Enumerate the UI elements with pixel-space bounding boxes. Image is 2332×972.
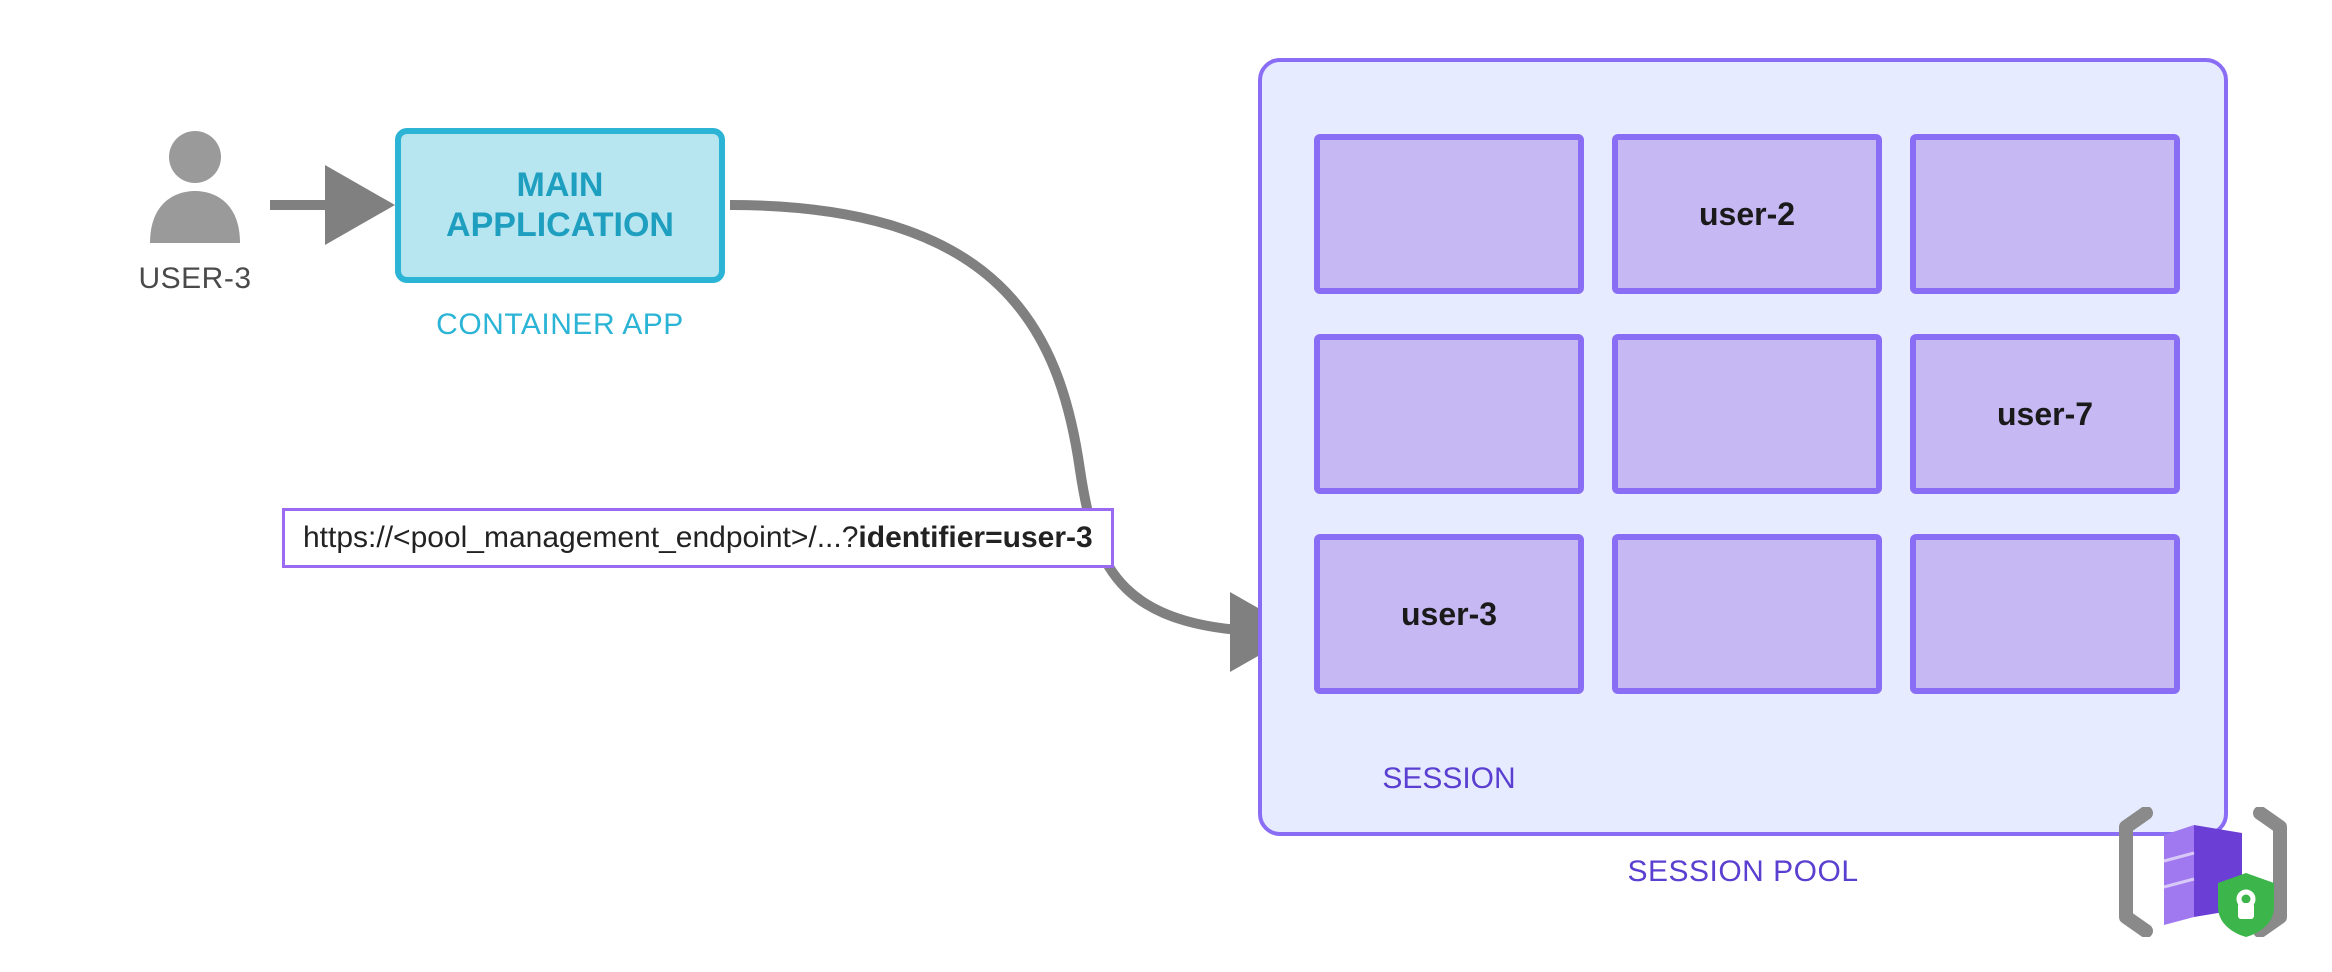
session-box bbox=[1910, 134, 2180, 294]
app-title-line1: MAIN bbox=[517, 166, 604, 204]
session-pool-container: user-2 user-7 user-3 SESSION bbox=[1258, 58, 2228, 836]
container-apps-service-icon bbox=[2118, 807, 2288, 942]
url-prefix: https://<pool_management_endpoint>/...? bbox=[303, 521, 858, 554]
session-box bbox=[1612, 534, 1882, 694]
session-caption: SESSION bbox=[1314, 762, 1584, 796]
session-box: user-7 bbox=[1910, 334, 2180, 494]
session-box bbox=[1314, 134, 1584, 294]
session-pool-caption: SESSION POOL bbox=[1258, 855, 2228, 889]
container-app-box: MAIN APPLICATION bbox=[395, 128, 725, 283]
app-title: MAIN APPLICATION bbox=[446, 166, 674, 244]
session-box bbox=[1910, 534, 2180, 694]
user-block: USER-3 bbox=[130, 125, 260, 296]
request-url-box: https://<pool_management_endpoint>/...?i… bbox=[282, 508, 1114, 568]
diagram-canvas: { "user": { "label": "USER-3" }, "app": … bbox=[0, 0, 2332, 972]
session-box bbox=[1314, 334, 1584, 494]
user-icon bbox=[140, 125, 250, 245]
session-box bbox=[1612, 334, 1882, 494]
session-box: user-3 bbox=[1314, 534, 1584, 694]
app-title-line2: APPLICATION bbox=[446, 206, 674, 244]
url-identifier-param: identifier=user-3 bbox=[858, 521, 1092, 554]
user-label: USER-3 bbox=[130, 262, 260, 296]
session-label: user-2 bbox=[1699, 196, 1795, 233]
session-label: user-3 bbox=[1401, 596, 1497, 633]
container-app-caption: CONTAINER APP bbox=[395, 308, 725, 342]
session-grid: user-2 user-7 user-3 bbox=[1314, 134, 2180, 694]
session-box: user-2 bbox=[1612, 134, 1882, 294]
session-label: user-7 bbox=[1997, 396, 2093, 433]
